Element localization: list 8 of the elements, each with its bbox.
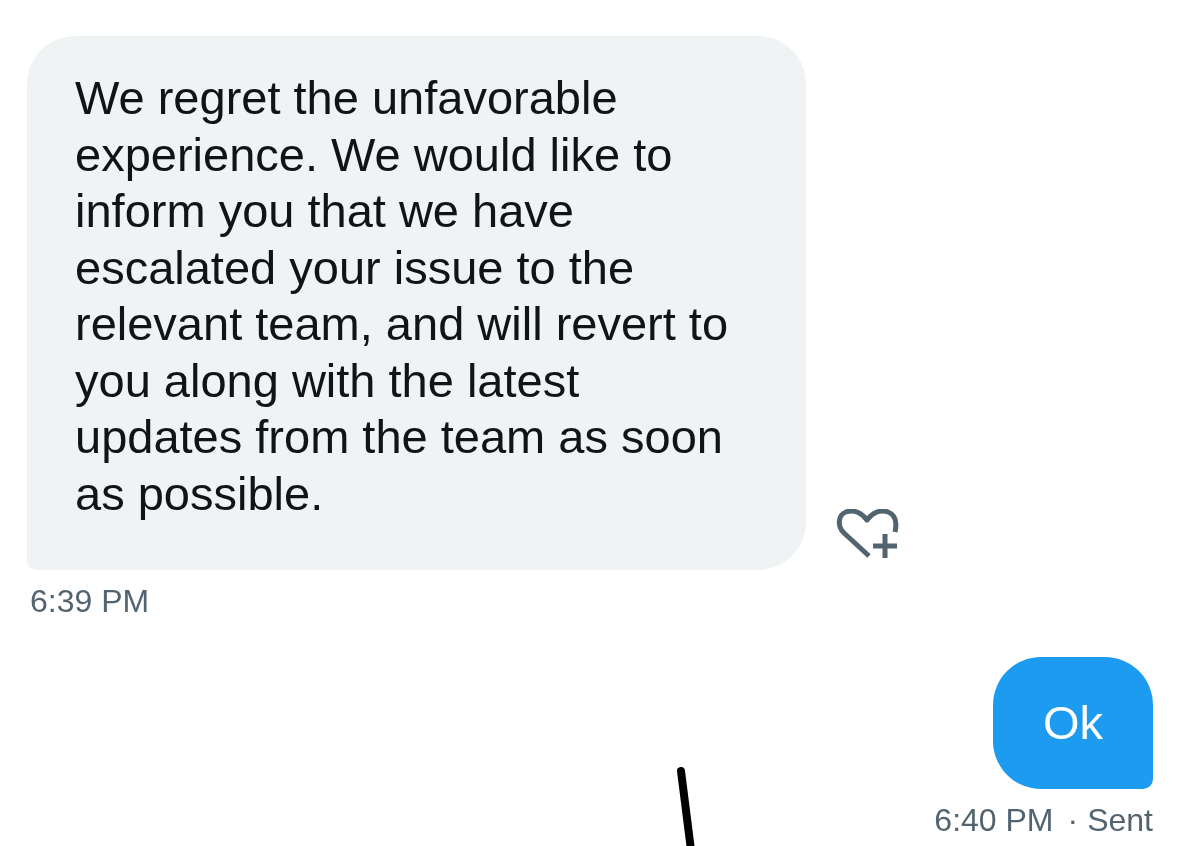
separator: · — [1067, 802, 1079, 838]
message-time: 6:39 PM — [30, 583, 150, 619]
message-time: 6:40 PM — [934, 802, 1054, 838]
react-button[interactable] — [836, 509, 900, 559]
message-text: We regret the unfavorable experience. We would like to inform you that we have escalated your issue to the relevant team, and will revert to you along with the latest updates from the team as soon as possible. — [75, 70, 730, 522]
delivery-status: Sent — [1087, 802, 1153, 838]
heart-plus-icon — [836, 509, 900, 559]
message-text: Ok — [1042, 694, 1104, 751]
